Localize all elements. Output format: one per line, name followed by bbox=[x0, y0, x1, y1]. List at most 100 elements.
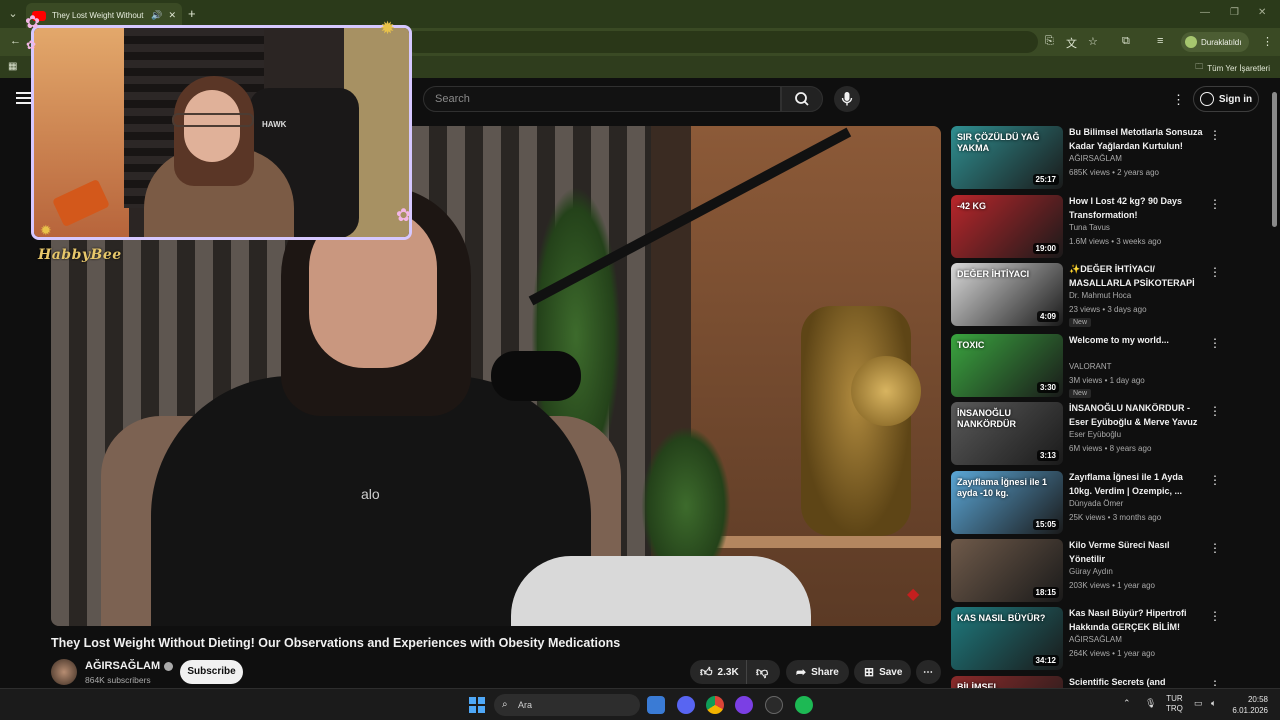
recommendation-item[interactable]: -42 KG 19:00 How I Lost 42 kg? 90 Days Tra… bbox=[951, 195, 1271, 259]
recommendation-title[interactable]: Kas Nasıl Büyür? Hipertrofi Hakkında GER… bbox=[1069, 607, 1207, 634]
taskbar-search-input[interactable]: ⌕ Ara bbox=[494, 694, 640, 716]
settings-menu-icon[interactable]: ⋮ bbox=[1172, 92, 1185, 108]
recommendation-menu-icon[interactable]: ⋮ bbox=[1209, 128, 1221, 142]
save-button[interactable]: ⊞ Save bbox=[854, 660, 911, 684]
recommendation-thumbnail[interactable]: DEĞER İHTİYACI 4:09 bbox=[951, 263, 1063, 326]
recommendation-title[interactable]: Kilo Verme Süreci Nasıl Yönetilir bbox=[1069, 539, 1207, 566]
recommendation-menu-icon[interactable]: ⋮ bbox=[1209, 336, 1221, 350]
recommendation-thumbnail[interactable]: 18:15 bbox=[951, 539, 1063, 602]
discord-icon[interactable] bbox=[677, 696, 695, 714]
profile-label: Duraklatıldı bbox=[1201, 37, 1242, 47]
recommendation-item[interactable]: DEĞER İHTİYACI 4:09 ✨DEĞER İHTİYACI/ MASAL… bbox=[951, 263, 1271, 327]
translate-icon[interactable]: 文 bbox=[1066, 35, 1077, 51]
page-scrollbar[interactable] bbox=[1272, 92, 1277, 227]
recommendation-menu-icon[interactable]: ⋮ bbox=[1209, 265, 1221, 279]
recommendation-title[interactable]: Zayıflama İğnesi ile 1 Ayda 10kg. Verdim… bbox=[1069, 471, 1207, 498]
recommendation-channel[interactable]: AĞIRSAĞLAM bbox=[1069, 635, 1122, 644]
recommendation-thumbnail[interactable]: KAS NASIL BÜYÜR? 34:12 bbox=[951, 607, 1063, 670]
taskbar-clock[interactable]: 20:58 6.01.2026 bbox=[1228, 694, 1268, 716]
thumbnail-text: KAS NASIL BÜYÜR? bbox=[957, 613, 1046, 623]
hamburger-menu-icon[interactable] bbox=[16, 92, 32, 104]
share-button[interactable]: ➦ Share bbox=[786, 660, 849, 684]
recommendation-menu-icon[interactable]: ⋮ bbox=[1209, 197, 1221, 211]
recommendation-channel[interactable]: AĞIRSAĞLAM bbox=[1069, 154, 1122, 163]
channel-name[interactable]: AĞIRSAĞLAM bbox=[85, 660, 160, 672]
more-actions-button[interactable]: ⋯ bbox=[916, 660, 941, 684]
bookmark-star-icon[interactable]: ☆ bbox=[1088, 35, 1098, 48]
recommendation-channel[interactable]: Dr. Mahmut Hoca bbox=[1069, 291, 1131, 300]
recommendation-menu-icon[interactable]: ⋮ bbox=[1209, 541, 1221, 555]
spotify-icon[interactable] bbox=[795, 696, 813, 714]
microphone-tray-icon[interactable]: 🎙︎ bbox=[1145, 698, 1156, 709]
minimize-button[interactable]: — bbox=[1200, 7, 1210, 18]
channel-watermark-icon: ◆ bbox=[907, 586, 920, 603]
recommendation-menu-icon[interactable]: ⋮ bbox=[1209, 609, 1221, 623]
tab-close-icon[interactable]: ✕ bbox=[168, 10, 176, 21]
channel-name-row[interactable]: AĞIRSAĞLAM bbox=[85, 660, 174, 672]
recommendation-item[interactable]: SIR ÇÖZÜLDÜ YAĞ YAKMA 25:17 Bu Bilimsel Me… bbox=[951, 126, 1271, 190]
recommendation-item[interactable]: Zayıflama İğnesi ile 1 ayda -10 kg. 15:05… bbox=[951, 471, 1271, 535]
flower-decoration-icon: ✿ bbox=[25, 12, 41, 32]
dislike-button[interactable]: 👎︎ bbox=[746, 660, 780, 684]
address-bar[interactable] bbox=[405, 31, 1038, 53]
recommendation-thumbnail[interactable]: TOXIC 3:30 bbox=[951, 334, 1063, 397]
recommendation-item[interactable]: TOXIC 3:30 Welcome to my world... VALORANT 3… bbox=[951, 334, 1271, 398]
recommendation-channel[interactable]: Tuna Tavus bbox=[1069, 223, 1110, 232]
recommendation-channel[interactable]: Eser Eyüboğlu bbox=[1069, 430, 1121, 439]
recommendation-meta: 25K views • 3 months ago bbox=[1069, 513, 1162, 522]
input-language-indicator[interactable]: TUR TRQ bbox=[1166, 694, 1183, 714]
network-icon[interactable]: ▭ bbox=[1194, 698, 1203, 709]
like-button[interactable]: 👍︎ 2.3K bbox=[690, 660, 746, 684]
recommendation-menu-icon[interactable]: ⋮ bbox=[1209, 473, 1221, 487]
thumbnail-text: DEĞER İHTİYACI bbox=[957, 269, 1030, 279]
recommendation-meta: 6M views • 8 years ago bbox=[1069, 444, 1152, 453]
windows-start-icon[interactable] bbox=[469, 697, 485, 713]
recommendation-channel[interactable]: Güray Aydın bbox=[1069, 567, 1113, 576]
chrome-icon[interactable] bbox=[706, 696, 724, 714]
recommendation-thumbnail[interactable]: Zayıflama İğnesi ile 1 ayda -10 kg. 15:05 bbox=[951, 471, 1063, 534]
speaker-icon[interactable]: 🔊 bbox=[151, 10, 162, 21]
all-bookmarks-button[interactable]: 🗀 Tüm Yer İşaretleri bbox=[1195, 61, 1270, 75]
keyboard-layout: TRQ bbox=[1166, 704, 1183, 713]
webcam-streamer-glasses bbox=[172, 113, 254, 127]
search-icon: ⌕ bbox=[502, 699, 508, 710]
browser-menu-icon[interactable]: ⋮ bbox=[1262, 35, 1273, 48]
recommendation-menu-icon[interactable]: ⋮ bbox=[1209, 404, 1221, 418]
close-window-button[interactable]: ✕ bbox=[1258, 7, 1266, 18]
bee-decoration-icon: ✹ bbox=[380, 18, 396, 38]
recommendation-thumbnail[interactable]: -42 KG 19:00 bbox=[951, 195, 1063, 258]
profile-button[interactable]: Duraklatıldı bbox=[1181, 32, 1250, 52]
recommendation-item[interactable]: 18:15 Kilo Verme Süreci Nasıl Yönetilir Gü… bbox=[951, 539, 1271, 603]
recommendation-title[interactable]: How I Lost 42 kg? 90 Days Transformation… bbox=[1069, 195, 1207, 222]
volume-icon[interactable]: 🔈︎ bbox=[1211, 698, 1216, 709]
search-input[interactable]: Search bbox=[423, 86, 781, 112]
recommendation-title[interactable]: Bu Bilimsel Metotlarla Sonsuza Kadar Yağ… bbox=[1069, 126, 1207, 153]
search-button[interactable] bbox=[781, 86, 823, 112]
obs-icon[interactable] bbox=[765, 696, 783, 714]
taskbar-app-icon[interactable] bbox=[647, 696, 665, 714]
extensions-icon[interactable]: ⧉ bbox=[1122, 35, 1130, 48]
back-arrow-icon[interactable]: ← bbox=[10, 35, 21, 47]
recommendation-channel[interactable]: VALORANT bbox=[1069, 362, 1112, 371]
voice-search-button[interactable] bbox=[834, 86, 860, 112]
recommendation-channel[interactable]: Dünyada Ömer bbox=[1069, 499, 1123, 508]
sign-in-button[interactable]: Sign in bbox=[1193, 86, 1259, 112]
opera-gx-icon[interactable] bbox=[735, 696, 753, 714]
install-app-icon[interactable]: ⎘ bbox=[1045, 35, 1054, 48]
apps-grid-icon[interactable]: ▦ bbox=[8, 61, 17, 72]
recommendation-item[interactable]: KAS NASIL BÜYÜR? 34:12 Kas Nasıl Büyür? Hi… bbox=[951, 607, 1271, 671]
new-tab-button[interactable]: + bbox=[188, 6, 196, 21]
recommendation-item[interactable]: İNSANOĞLU NANKÖRDÜR 3:13 İNSANOĞLU NANKÖRD… bbox=[951, 402, 1271, 466]
maximize-button[interactable]: ❐ bbox=[1230, 7, 1239, 18]
recommendation-thumbnail[interactable]: İNSANOĞLU NANKÖRDÜR 3:13 bbox=[951, 402, 1063, 465]
recommendation-thumbnail[interactable]: SIR ÇÖZÜLDÜ YAĞ YAKMA 25:17 bbox=[951, 126, 1063, 189]
recommendation-title[interactable]: İNSANOĞLU NANKÖRDUR - Eser Eyüboğlu & Me… bbox=[1069, 402, 1207, 429]
tab-search-dropdown[interactable]: ⌄ bbox=[5, 6, 21, 22]
recommendation-title[interactable]: ✨DEĞER İHTİYACI/ MASALLARLA PSİKOTERAPİ bbox=[1069, 263, 1207, 290]
tray-overflow-icon[interactable]: ⌃ bbox=[1123, 698, 1131, 709]
reading-list-icon[interactable]: ≡ bbox=[1157, 35, 1163, 47]
channel-avatar[interactable] bbox=[51, 659, 77, 685]
subscribe-button[interactable]: Subscribe bbox=[180, 660, 243, 684]
subscriber-count: 864K subscribers bbox=[85, 675, 151, 685]
recommendation-title[interactable]: Welcome to my world... bbox=[1069, 334, 1207, 348]
